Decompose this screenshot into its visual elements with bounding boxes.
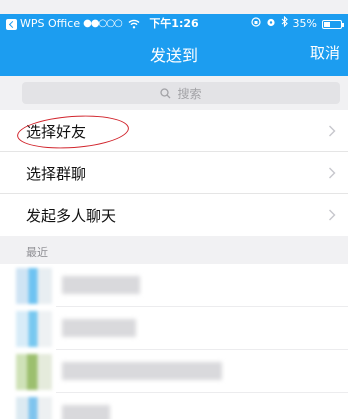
search-placeholder: 搜索 (177, 86, 202, 101)
menu-item-start-group-chat[interactable]: 发起多人聊天 (0, 194, 348, 236)
rotation-lock-icon (250, 14, 261, 34)
menu-item-label: 选择群聊 (26, 165, 87, 183)
chevron-right-icon (329, 209, 336, 221)
blurred-name (62, 405, 110, 419)
search-input[interactable]: 搜索 (22, 82, 340, 104)
blurred-avatar (16, 311, 52, 347)
share-target-menu: 选择好友 选择群聊 发起多人聊天 (0, 110, 348, 236)
battery-percent: 35% (292, 17, 317, 30)
header: WPS Office ●●○○○ 下午1:26 35% 发送到 取消 (0, 14, 348, 76)
cancel-button[interactable]: 取消 (310, 42, 340, 63)
status-right: 35% (250, 14, 344, 34)
page-title: 发送到 (149, 46, 198, 65)
recent-contact-row[interactable] (0, 264, 348, 307)
bluetooth-icon (281, 14, 288, 34)
chevron-right-icon (329, 125, 336, 137)
status-bar: WPS Office ●●○○○ 下午1:26 35% (0, 14, 348, 34)
battery-icon (322, 19, 344, 29)
recent-contact-row[interactable] (0, 307, 348, 350)
alarm-icon (266, 14, 276, 34)
recent-contacts-list (0, 264, 348, 419)
recent-contact-row[interactable] (0, 393, 348, 419)
recent-contact-row[interactable] (0, 350, 348, 393)
blurred-name (62, 276, 140, 294)
menu-item-select-group[interactable]: 选择群聊 (0, 152, 348, 194)
blurred-name (62, 319, 136, 337)
search-area: 搜索 (0, 76, 348, 110)
search-icon (160, 87, 171, 99)
chevron-right-icon (329, 167, 336, 179)
recent-section-header: 最近 (0, 238, 348, 264)
blurred-avatar (16, 397, 52, 419)
blurred-avatar (16, 354, 52, 390)
highlight-circle (16, 112, 130, 152)
recent-label: 最近 (26, 246, 48, 259)
blurred-avatar (16, 268, 52, 304)
menu-item-select-friend[interactable]: 选择好友 (0, 110, 348, 152)
top-gap (0, 0, 348, 14)
blurred-name (62, 362, 222, 380)
menu-item-label: 发起多人聊天 (26, 207, 117, 225)
